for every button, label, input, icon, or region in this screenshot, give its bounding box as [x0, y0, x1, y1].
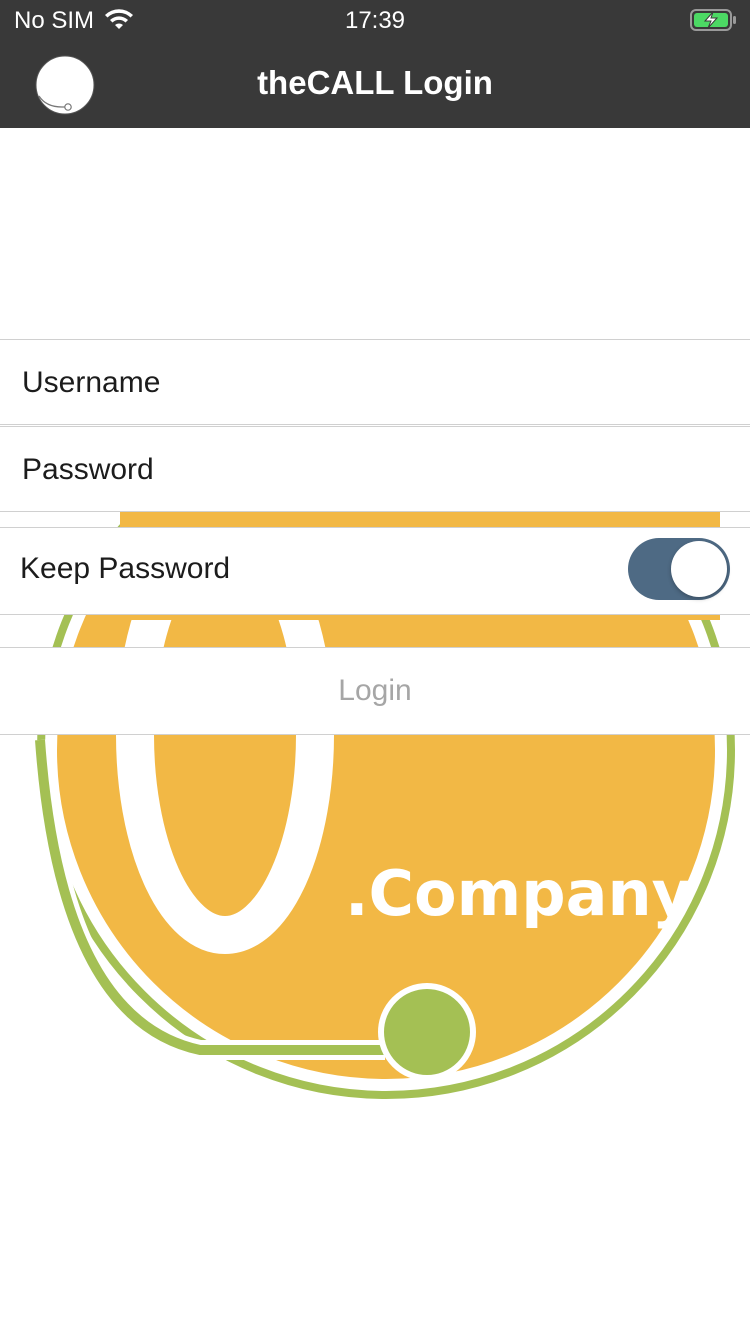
- username-row: [0, 339, 750, 426]
- watermark-text: .Company: [345, 857, 692, 930]
- battery-charging-icon: [690, 9, 736, 31]
- toggle-knob: [671, 541, 727, 597]
- page-title: theCALL Login: [257, 64, 493, 101]
- password-row: [0, 426, 750, 513]
- status-bar: No SIM 17:39: [0, 0, 750, 40]
- keep-password-toggle[interactable]: [628, 538, 730, 600]
- username-input[interactable]: [20, 340, 724, 426]
- password-input[interactable]: [20, 427, 724, 513]
- keep-password-row: Keep Password: [0, 527, 750, 615]
- login-button[interactable]: Login: [0, 647, 750, 735]
- keep-password-label: Keep Password: [20, 552, 231, 585]
- navigation-bar: theCALL Login: [0, 40, 750, 128]
- status-time: 17:39: [344, 7, 406, 34]
